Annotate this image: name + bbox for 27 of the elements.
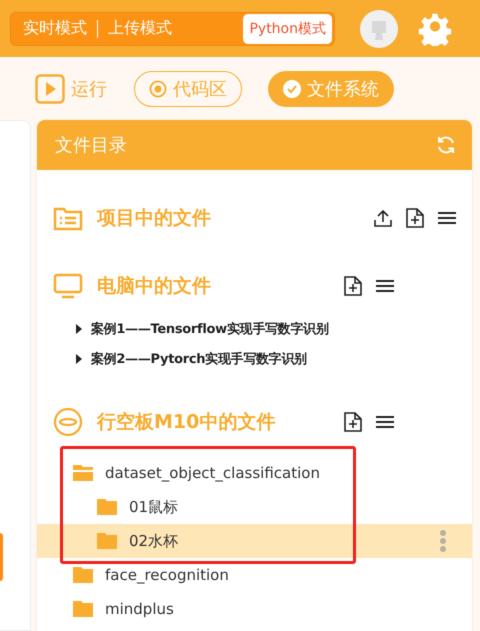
file-row[interactable]: 01鼠标 (37, 490, 472, 524)
section-title: 项目中的文件 (97, 206, 212, 231)
monitor-icon (53, 273, 83, 299)
file-row[interactable]: face_recognition (37, 558, 472, 592)
upload-icon[interactable] (374, 209, 392, 227)
section-title: 电脑中的文件 (97, 274, 212, 299)
menu-icon[interactable] (376, 279, 394, 293)
caret-icon[interactable] (75, 354, 83, 364)
radio-icon (149, 80, 167, 98)
panel-title: 文件目录 (55, 134, 127, 157)
file-row[interactable]: mindplus (37, 592, 472, 626)
tree-item[interactable]: 案例1——Tensorflow实现手写数字识别 (91, 320, 328, 338)
folder-list-icon (53, 205, 83, 231)
file-row[interactable]: 02水杯 (37, 524, 472, 558)
menu-icon[interactable] (376, 415, 394, 429)
play-icon (35, 74, 65, 104)
add-file-icon[interactable] (406, 208, 424, 228)
menu-icon[interactable] (438, 211, 456, 225)
add-file-icon[interactable] (344, 276, 362, 296)
mode-tab[interactable]: Python模式 (243, 14, 332, 44)
tree-item[interactable]: 案例2——Pytorch实现手写数字识别 (91, 350, 307, 368)
check-icon (283, 80, 301, 98)
file-row[interactable]: dataset_object_classification (37, 456, 472, 490)
section-title: 行空板M10中的文件 (97, 410, 276, 435)
ring-icon (53, 407, 83, 437)
caret-icon[interactable] (75, 324, 83, 334)
add-file-icon[interactable] (344, 412, 362, 432)
